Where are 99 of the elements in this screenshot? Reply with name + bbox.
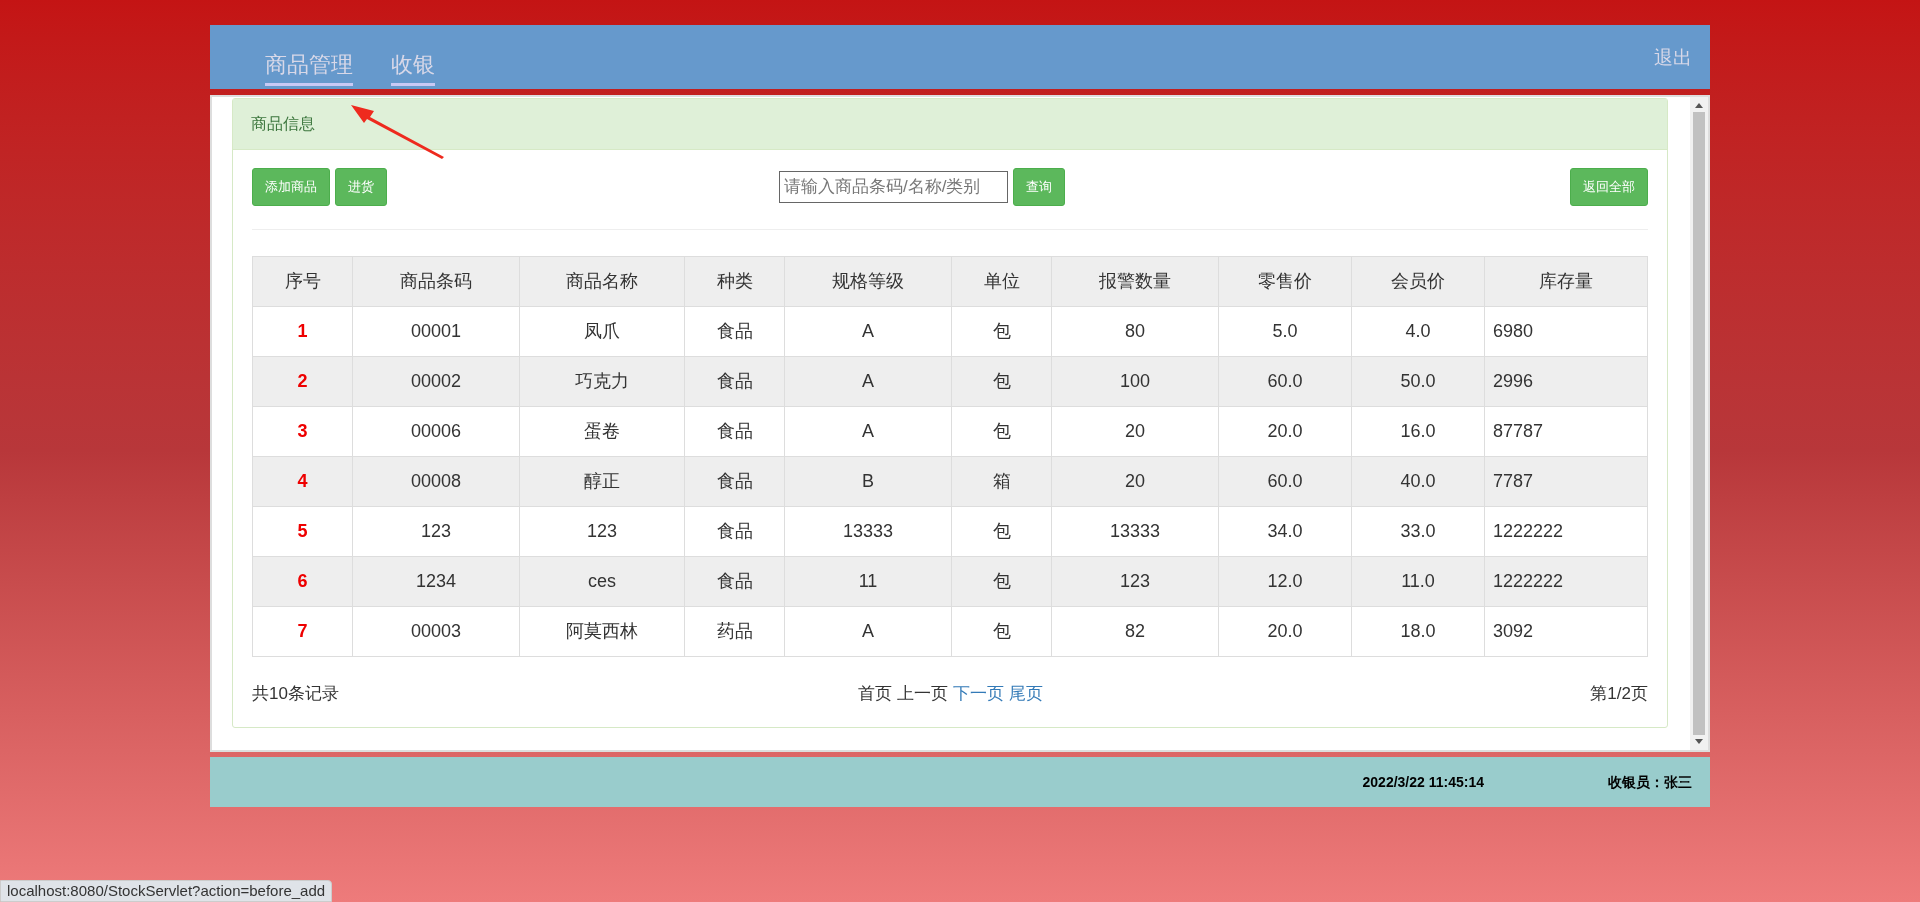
row-number: 1 (252, 306, 353, 357)
table-cell: 13333 (784, 506, 952, 557)
table-cell: 蛋卷 (519, 406, 685, 457)
table-cell: 16.0 (1351, 406, 1485, 457)
nav-tab[interactable]: 商品管理 (265, 48, 353, 86)
row-number: 6 (252, 556, 353, 607)
table-cell: 82 (1051, 606, 1219, 657)
column-header: 会员价 (1351, 256, 1485, 307)
status-url: localhost:8080/StockServlet?action=before_add (0, 880, 333, 902)
table-cell: 5.0 (1218, 306, 1352, 357)
column-header: 规格等级 (784, 256, 952, 307)
page-indicator: 第1/2页 (1589, 683, 1648, 706)
action-button[interactable]: 添加商品 (252, 167, 330, 206)
table-cell: 123 (352, 506, 520, 557)
scroll-up-icon[interactable] (1695, 103, 1703, 108)
table-cell: 药品 (684, 606, 785, 657)
table-cell: 00002 (352, 356, 520, 407)
table-cell: 食品 (684, 506, 785, 557)
table-cell: 00008 (352, 456, 520, 507)
table-cell: 60.0 (1218, 456, 1352, 507)
table-cell: 20 (1051, 406, 1219, 457)
table-cell: 40.0 (1351, 456, 1485, 507)
table-cell: 包 (951, 506, 1052, 557)
table-cell: 食品 (684, 556, 785, 607)
column-header: 报警数量 (1051, 256, 1219, 307)
record-count: 共10条记录 (252, 683, 340, 706)
table-cell: 18.0 (1351, 606, 1485, 657)
table-cell: 12.0 (1218, 556, 1352, 607)
table-cell: 33.0 (1351, 506, 1485, 557)
table-cell: 7787 (1484, 456, 1648, 507)
table-cell: 80 (1051, 306, 1219, 357)
table-cell: 100 (1051, 356, 1219, 407)
table-cell: 包 (951, 606, 1052, 657)
scrollbar-thumb[interactable] (1693, 112, 1705, 735)
table-cell: 3092 (1484, 606, 1648, 657)
table-cell: 13333 (1051, 506, 1219, 557)
table-cell: 包 (951, 356, 1052, 407)
pagination-link[interactable]: 尾页 (1008, 681, 1043, 707)
scroll-down-icon[interactable] (1695, 739, 1703, 744)
row-number: 5 (252, 506, 353, 557)
table-cell: 50.0 (1351, 356, 1485, 407)
row-number: 7 (252, 606, 353, 657)
reset-button[interactable]: 返回全部 (1570, 167, 1648, 206)
table-cell: 11 (784, 556, 952, 607)
table-cell: 食品 (684, 356, 785, 407)
row-number: 4 (252, 456, 353, 507)
table-cell: 00003 (352, 606, 520, 657)
column-header: 种类 (684, 256, 785, 307)
datetime: 2022/3/22 11:45:14 (1362, 772, 1484, 792)
column-header: 单位 (951, 256, 1052, 307)
table-cell: 4.0 (1351, 306, 1485, 357)
panel-title: 商品信息 (251, 114, 315, 134)
table-cell: 包 (951, 306, 1052, 357)
logout-link[interactable]: 退出 (1654, 43, 1692, 72)
table-cell: 箱 (951, 456, 1052, 507)
table-cell: 11.0 (1351, 556, 1485, 607)
column-header: 商品名称 (519, 256, 685, 307)
table-cell: 1234 (352, 556, 520, 607)
table-cell: 凤爪 (519, 306, 685, 357)
table-cell: 123 (1051, 556, 1219, 607)
search-button[interactable]: 查询 (1013, 167, 1065, 206)
table-cell: A (784, 406, 952, 457)
table-cell: 6980 (1484, 306, 1648, 357)
table-cell: A (784, 306, 952, 357)
table-cell: 巧克力 (519, 356, 685, 407)
table-cell: ces (519, 556, 685, 607)
table-cell: 20 (1051, 456, 1219, 507)
table-cell: 2996 (1484, 356, 1648, 407)
table-cell: 20.0 (1218, 606, 1352, 657)
row-number: 2 (252, 356, 353, 407)
table-cell: 34.0 (1218, 506, 1352, 557)
column-header: 序号 (252, 256, 353, 307)
column-header: 商品条码 (352, 256, 520, 307)
cashier-name: 收银员：张三 (1608, 772, 1692, 792)
pagination-link[interactable]: 下一页 (952, 681, 1004, 707)
table-cell: 阿莫西林 (519, 606, 685, 657)
table-cell: 食品 (684, 456, 785, 507)
table-cell: 食品 (684, 406, 785, 457)
table-cell: 00001 (352, 306, 520, 357)
table-cell: 醇正 (519, 456, 685, 507)
table-cell: 60.0 (1218, 356, 1352, 407)
row-number: 3 (252, 406, 353, 457)
table-cell: 1222222 (1484, 506, 1648, 557)
table-cell: A (784, 356, 952, 407)
table-cell: A (784, 606, 952, 657)
table-cell: 1222222 (1484, 556, 1648, 607)
table-cell: 包 (951, 406, 1052, 457)
nav-tab[interactable]: 收银 (391, 48, 435, 86)
table-cell: 123 (519, 506, 685, 557)
column-header: 库存量 (1484, 256, 1648, 307)
table-cell: 00006 (352, 406, 520, 457)
table-cell: B (784, 456, 952, 507)
column-header: 零售价 (1218, 256, 1352, 307)
action-button[interactable]: 进货 (335, 167, 387, 206)
search-field[interactable]: 请输入商品条码/名称/类别 (779, 170, 1008, 203)
table-cell: 食品 (684, 306, 785, 357)
table-cell: 20.0 (1218, 406, 1352, 457)
table-cell: 87787 (1484, 406, 1648, 457)
table-cell: 包 (951, 556, 1052, 607)
